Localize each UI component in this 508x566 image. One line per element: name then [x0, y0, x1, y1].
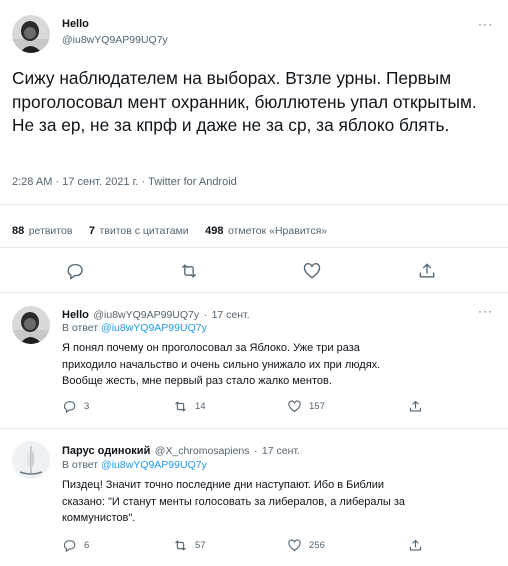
reply-icon — [67, 264, 83, 280]
like-button[interactable] — [302, 261, 322, 281]
retweet-icon — [175, 401, 186, 412]
like-count: 157 — [309, 401, 325, 412]
reply-line: Я понял почему он проголосовал за Яблоко… — [62, 342, 360, 354]
reply-button[interactable]: 3 — [62, 399, 89, 414]
reply-button[interactable]: 6 — [62, 538, 89, 553]
reply-to: В ответ @iu8wYQ9AP99UQ7y — [62, 322, 207, 334]
share-icon — [419, 263, 435, 278]
tweet-time: 2:28 AM — [12, 176, 53, 188]
author-handle[interactable]: @iu8wYQ9AP99UQ7y — [93, 309, 199, 321]
reply-to-handle[interactable]: @iu8wYQ9AP99UQ7y — [101, 322, 207, 334]
author-name[interactable]: Парус одинокий — [62, 445, 150, 457]
reply-line: коммунистов". — [62, 512, 136, 524]
like-button[interactable]: 256 — [287, 538, 325, 553]
reply-line: Вообще жесть, мне первый раз стало жалко… — [62, 375, 332, 387]
like-button[interactable]: 157 — [287, 399, 325, 414]
separator: · — [55, 176, 60, 188]
author-handle[interactable]: @X_chromosapiens — [155, 445, 250, 457]
tweet-text: Сижу наблюдателем на выборах. Втзле урны… — [12, 68, 477, 135]
retweet-icon — [181, 264, 197, 278]
share-button[interactable] — [417, 261, 437, 281]
retweets-label: ретвитов — [28, 225, 73, 237]
divider — [0, 292, 508, 293]
separator: · — [203, 309, 208, 321]
tweet-date: 17 сент. 2021 г. — [62, 176, 139, 188]
tweet-source[interactable]: Twitter for Android — [148, 176, 237, 188]
author-name[interactable]: Hello — [62, 18, 89, 30]
retweet-button[interactable] — [179, 261, 199, 281]
share-icon — [409, 400, 422, 412]
avatar[interactable] — [12, 15, 50, 53]
retweet-icon — [175, 540, 186, 551]
retweets-stat[interactable]: 88 ретвитов — [12, 221, 77, 238]
reply-header: Hello @iu8wYQ9AP99UQ7y · 17 сент. — [62, 305, 250, 323]
author-name[interactable]: Hello — [62, 309, 89, 321]
avatar[interactable] — [12, 306, 50, 344]
author-handle[interactable]: @iu8wYQ9AP99UQ7y — [62, 34, 168, 46]
reply-line: Пиздец! Значит точно последние дни насту… — [62, 479, 385, 491]
share-button[interactable] — [408, 538, 423, 553]
quotes-stat[interactable]: 7 твитов с цитатами — [89, 221, 193, 238]
likes-stat[interactable]: 498 отметок «Нравится» — [205, 221, 327, 238]
retweet-button[interactable]: 14 — [173, 399, 206, 414]
tweet-timestamp[interactable]: 2:28 AM · 17 сент. 2021 г. · Twitter for… — [12, 176, 237, 188]
like-icon — [288, 539, 301, 552]
reply-date[interactable]: 17 сент. — [212, 309, 250, 321]
separator: · — [253, 445, 258, 457]
reply-count: 6 — [84, 540, 90, 551]
reply-icon — [63, 540, 76, 553]
like-icon — [288, 400, 301, 413]
like-icon — [303, 263, 321, 279]
reply-line: сказано: "И станут менты голосовать за л… — [62, 495, 406, 508]
divider — [0, 428, 508, 429]
retweet-count: 14 — [195, 401, 206, 412]
reply-to-prefix: В ответ — [62, 459, 99, 471]
divider — [0, 247, 508, 248]
reply-count: 3 — [84, 401, 90, 412]
retweets-count: 88 — [12, 225, 25, 237]
like-count: 256 — [309, 540, 325, 551]
separator: · — [141, 176, 146, 188]
reply-text: Я понял почему он проголосовал за Яблоко… — [62, 340, 502, 390]
reply-to-handle[interactable]: @iu8wYQ9AP99UQ7y — [101, 459, 207, 471]
reply-header: Парус одинокий @X_chromosapiens · 17 сен… — [62, 441, 300, 459]
reply-to-prefix: В ответ — [62, 322, 99, 334]
more-icon[interactable]: ··· — [478, 17, 493, 31]
reply-to: В ответ @iu8wYQ9AP99UQ7y — [62, 459, 207, 471]
reply-line: приходило начальство и очень сильно униж… — [62, 358, 381, 371]
reply-date[interactable]: 17 сент. — [262, 445, 300, 457]
reply-button[interactable] — [65, 261, 85, 281]
avatar[interactable] — [12, 441, 50, 479]
retweet-count: 57 — [195, 540, 206, 551]
more-icon[interactable]: ··· — [478, 304, 493, 318]
quotes-label: твитов с цитатами — [99, 225, 189, 237]
retweet-button[interactable]: 57 — [173, 538, 206, 553]
tweet-stats: 88 ретвитов 7 твитов с цитатами 498 отме… — [12, 221, 327, 239]
reply-icon — [63, 401, 76, 414]
likes-count: 498 — [205, 225, 224, 237]
quotes-count: 7 — [88, 225, 95, 237]
share-icon — [409, 539, 422, 551]
reply-text: Пиздец! Значит точно последние дни насту… — [62, 477, 504, 527]
share-button[interactable] — [408, 399, 423, 414]
divider — [0, 204, 508, 205]
likes-label: отметок «Нравится» — [227, 225, 328, 237]
